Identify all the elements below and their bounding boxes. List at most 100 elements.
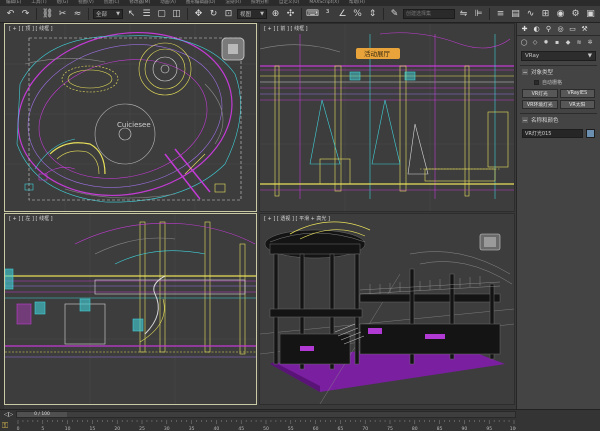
mirror-icon[interactable]: ⇋: [457, 8, 470, 21]
ruler-label: 65: [338, 426, 344, 431]
ruler-label: 80: [412, 426, 418, 431]
create-icon[interactable]: ✚: [520, 25, 529, 34]
vr-ambient-light-button[interactable]: VR环境灯光: [522, 100, 558, 109]
space-warps-icon[interactable]: ≋: [575, 38, 583, 46]
timeline: ◁▷ 0 / 100 ⚿ 0 5 10 15 20 25 30 35 40 45 50 55 60 65 7…: [0, 409, 600, 431]
redo-icon[interactable]: ↷: [19, 8, 32, 21]
object-type-header[interactable]: − 对象类型: [520, 66, 597, 78]
motion-icon[interactable]: ◎: [556, 25, 565, 34]
scale-icon[interactable]: ⊡: [222, 8, 235, 21]
keyboard-shortcut-icon[interactable]: ⌨: [306, 8, 319, 21]
bind-space-warp-icon[interactable]: ≈: [71, 8, 84, 21]
ruler-label: 10: [65, 426, 71, 431]
reference-coordinate-dropdown[interactable]: 视图 ▼: [237, 9, 267, 19]
viewport-top[interactable]: [ + ] [ 顶 ] [ 线框 ] Cuiciesee: [4, 23, 257, 212]
ruler-label: 30: [164, 426, 170, 431]
viewport-front[interactable]: [ + ] [ 前 ] [ 线框 ] 活动展厅: [259, 23, 515, 212]
edit-named-selection-icon[interactable]: ✎: [388, 8, 401, 21]
viewport-left[interactable]: [ + ] [ 左 ] [ 线框 ]: [4, 213, 257, 405]
ruler-label: 5: [41, 426, 44, 431]
timeline-ruler[interactable]: 0 5 10 15 20 25 30 35 40 45 50 55 60 65 70 75 80 85 90 95 10…: [16, 420, 516, 431]
angle-snap-icon[interactable]: ∠: [336, 8, 349, 21]
shapes-icon[interactable]: ◇: [531, 38, 539, 46]
ruler-label: 35: [189, 426, 195, 431]
key-icon[interactable]: ⚿: [2, 421, 14, 431]
rotate-icon[interactable]: ↻: [207, 8, 220, 21]
object-type-title: 对象类型: [531, 70, 554, 76]
layer-manager-icon[interactable]: ≡: [494, 8, 507, 21]
object-name-row: VR灯光015: [522, 129, 595, 138]
ruler-label: 60: [313, 426, 319, 431]
toolbar-divider: [187, 8, 188, 20]
move-icon[interactable]: ✥: [192, 8, 205, 21]
link-icon[interactable]: ⛓: [41, 8, 54, 21]
vrayies-button[interactable]: VRayIES: [559, 89, 595, 98]
modify-icon[interactable]: ◐: [532, 25, 541, 34]
light-type-dropdown[interactable]: VRay ▼: [521, 51, 596, 61]
select-by-name-icon[interactable]: ☰: [140, 8, 153, 21]
lights-icon[interactable]: ✹: [542, 38, 550, 46]
selection-filter-dropdown[interactable]: 全部 ▼: [93, 9, 123, 19]
spinner-snap-icon[interactable]: ⇕: [366, 8, 379, 21]
vr-light-button[interactable]: VR灯光: [522, 89, 558, 98]
name-color-rollout: − 名称和颜色 VR灯光015: [520, 113, 597, 138]
hierarchy-icon[interactable]: ⚲: [544, 25, 553, 34]
ruler-label: 20: [114, 426, 120, 431]
chevron-down-icon: ▼: [260, 11, 264, 17]
viewport-perspective[interactable]: [ + ] [ 透视 ] [ 平滑 + 高光 ]: [259, 213, 515, 405]
reference-coordinate-value: 视图: [240, 12, 252, 18]
front-view-sign-text: 活动展厅: [364, 49, 391, 58]
front-view-wireframe: 活动展厅: [260, 24, 514, 211]
rendered-frame-window-icon[interactable]: ▣: [584, 8, 597, 21]
time-slider[interactable]: 0 / 100: [16, 411, 516, 418]
ruler-label: 40: [214, 426, 220, 431]
unlink-icon[interactable]: ✂: [56, 8, 69, 21]
name-color-header[interactable]: − 名称和颜色: [520, 114, 597, 126]
helpers-icon[interactable]: ◆: [564, 38, 572, 46]
viewport-label-perspective[interactable]: [ + ] [ 透视 ] [ 平滑 + 高光 ]: [264, 215, 330, 222]
align-icon[interactable]: ⊫: [472, 8, 485, 21]
autogrid-checkbox[interactable]: 自动栅格: [520, 78, 597, 89]
select-object-icon[interactable]: ↖: [125, 8, 138, 21]
autogrid-label: 自动栅格: [542, 80, 563, 86]
rect-selection-icon[interactable]: ▢: [155, 8, 168, 21]
curve-editor-icon[interactable]: ∿: [524, 8, 537, 21]
render-setup-icon[interactable]: ⚙: [569, 8, 582, 21]
object-name-field[interactable]: VR灯光015: [522, 129, 583, 138]
toolbar-divider: [489, 8, 490, 20]
light-type-buttons: VR灯光 VRayIES VR环境灯光 VR太阳: [520, 89, 597, 109]
viewport-label-front[interactable]: [ + ] [ 前 ] [ 线框 ]: [264, 25, 308, 32]
object-color-swatch[interactable]: [586, 129, 595, 138]
viewport-label-top[interactable]: [ + ] [ 顶 ] [ 线框 ]: [9, 25, 53, 32]
time-slider-handle[interactable]: 0 / 100: [17, 412, 67, 417]
window-crossing-icon[interactable]: ◫: [170, 8, 183, 21]
select-manipulate-icon[interactable]: ✣: [284, 8, 297, 21]
cameras-icon[interactable]: ▪: [553, 38, 561, 46]
graphite-ribbon-icon[interactable]: ▤: [509, 8, 522, 21]
utilities-icon[interactable]: ⚒: [580, 25, 589, 34]
display-icon[interactable]: ▭: [568, 25, 577, 34]
undo-icon[interactable]: ↶: [4, 8, 17, 21]
vr-sun-button[interactable]: VR太阳: [559, 100, 595, 109]
snap-toggle-icon[interactable]: ³: [321, 8, 334, 21]
ruler-label: 50: [263, 426, 269, 431]
chevron-down-icon: ▼: [587, 53, 592, 59]
command-panel: ✚ ◐ ⚲ ◎ ▭ ⚒ ◯ ◇ ✹ ▪ ◆ ≋ ✲ VRay ▼ − 对象类型 …: [516, 23, 600, 409]
pivot-center-icon[interactable]: ⊕: [269, 8, 282, 21]
collapse-icon: −: [522, 68, 528, 76]
percent-snap-icon[interactable]: %: [351, 8, 364, 21]
viewport-label-left[interactable]: [ + ] [ 左 ] [ 线框 ]: [9, 215, 53, 222]
geometry-icon[interactable]: ◯: [520, 38, 528, 46]
light-type-value: VRay: [525, 53, 540, 59]
chevron-down-icon: ▼: [116, 11, 120, 17]
time-prev-next-icon[interactable]: ◁▷: [4, 411, 13, 418]
named-selection-set-input[interactable]: [403, 9, 455, 19]
ruler-label: 0: [17, 426, 20, 431]
ruler-label: 45: [238, 426, 244, 431]
material-editor-icon[interactable]: ◉: [554, 8, 567, 21]
systems-icon[interactable]: ✲: [586, 38, 594, 46]
toolbar-divider: [383, 8, 384, 20]
create-categories: ◯ ◇ ✹ ▪ ◆ ≋ ✲: [517, 36, 600, 48]
toolbar-divider: [36, 8, 37, 20]
schematic-view-icon[interactable]: ⊞: [539, 8, 552, 21]
